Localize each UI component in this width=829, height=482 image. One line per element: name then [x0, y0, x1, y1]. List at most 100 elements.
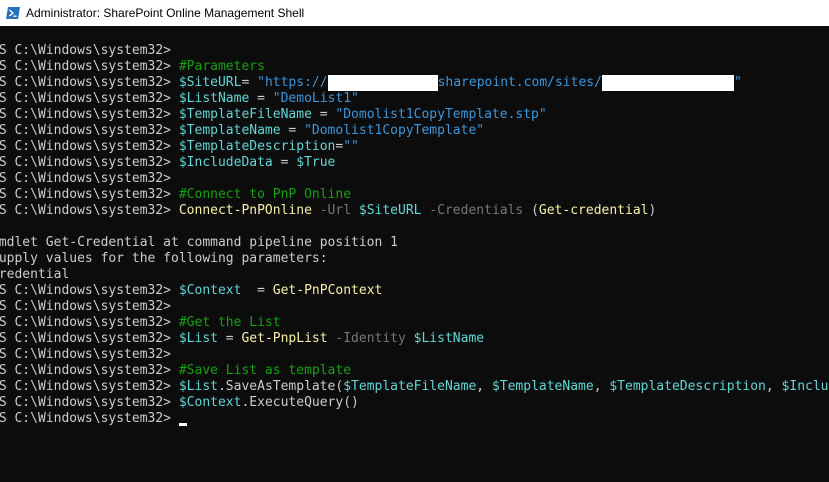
console-text-segment: = [241, 283, 273, 298]
console-text-segment: , [593, 379, 610, 394]
redacted-block [601, 75, 734, 91]
console-text-segment: PS C:\Windows\system32> [0, 331, 179, 346]
console-text-segment: PS C:\Windows\system32> [0, 363, 179, 378]
console-text-segment: = [272, 155, 297, 170]
console-text-segment: -Credentials [421, 203, 532, 218]
console-text-segment: = [217, 331, 242, 346]
console-text-segment: " [733, 75, 742, 90]
console-text-segment: $TemplateFileName [178, 107, 312, 122]
console-line: PS C:\Windows\system32> #Parameters [0, 59, 829, 75]
console-output[interactable]: PS C:\Windows\system32> PS C:\Windows\sy… [0, 26, 829, 482]
console-line: PS C:\Windows\system32> Connect-PnPOnlin… [0, 203, 829, 219]
console-text-segment: $TemplateDescription [178, 139, 336, 154]
console-text-segment: PS C:\Windows\system32> [0, 107, 179, 122]
console-text-segment: $TemplateFileName [343, 379, 477, 394]
redacted-block [327, 75, 438, 91]
console-text-segment: , [476, 379, 492, 394]
console-line: PS C:\Windows\system32> #Get the List [0, 315, 829, 331]
console-lines: PS C:\Windows\system32> PS C:\Windows\sy… [0, 43, 829, 427]
console-text-segment: PS C:\Windows\system32> [0, 171, 179, 186]
console-text-segment: sharepoint.com/sites/ [437, 75, 602, 90]
console-text-segment: Get-PnpList [241, 331, 328, 346]
console-text-segment: = [249, 91, 273, 106]
console-text-segment: ( [531, 203, 539, 218]
console-text-segment: $True [296, 155, 336, 170]
console-text-segment: #Save List as template [178, 363, 352, 378]
console-line: PS C:\Windows\system32> $List.SaveAsTemp… [0, 379, 829, 395]
console-text-segment: PS C:\Windows\system32> [0, 91, 179, 106]
console-line: PS C:\Windows\system32> [0, 171, 829, 187]
console-text-segment: PS C:\Windows\system32> [0, 395, 179, 410]
console-text-segment: = [280, 123, 305, 138]
console-line: PS C:\Windows\system32> $SiteURL= "https… [0, 75, 829, 91]
console-text-segment: #Get the List [178, 315, 281, 330]
console-text-segment: $ListName [413, 331, 485, 346]
console-text-segment: PS C:\Windows\system32> [0, 411, 179, 426]
console-text-segment: PS C:\Windows\system32> [0, 347, 179, 362]
console-text-segment: $ListName [178, 91, 250, 106]
console-line: cmdlet Get-Credential at command pipelin… [0, 235, 829, 251]
title-bar[interactable]: Administrator: SharePoint Online Managem… [0, 0, 829, 26]
console-text-segment: = [311, 107, 336, 122]
console-line: PS C:\Windows\system32> #Connect to PnP … [0, 187, 829, 203]
console-line: PS C:\Windows\system32> $Context.Execute… [0, 395, 829, 411]
console-text-segment: PS C:\Windows\system32> [0, 283, 179, 298]
console-text-segment: Supply values for the following paramete… [0, 251, 328, 266]
text-cursor [178, 423, 187, 426]
console-text-segment: $List [178, 379, 218, 394]
console-text-segment: .ExecuteQuery() [241, 395, 359, 410]
console-text-segment: PS C:\Windows\system32> [0, 187, 179, 202]
console-text-segment: Get-credential [538, 203, 649, 218]
console-line: PS C:\Windows\system32> [0, 347, 829, 363]
console-text-segment: $TemplateName [178, 123, 281, 138]
console-text-segment: Get-PnPContext [272, 283, 383, 298]
console-text-segment: Connect-PnPOnline [178, 203, 312, 218]
console-text-segment: $IncludeData [781, 379, 829, 394]
console-line: PS C:\Windows\system32> [0, 43, 829, 59]
console-text-segment: $TemplateDescription [609, 379, 766, 394]
console-text-segment: = [241, 75, 258, 90]
console-line: PS C:\Windows\system32> $ListName = "Dem… [0, 91, 829, 107]
console-text-segment: -Identity [327, 331, 414, 346]
console-line: PS C:\Windows\system32> $TemplateName = … [0, 123, 829, 139]
console-text-segment: -Url [311, 203, 359, 218]
console-text-segment: PS C:\Windows\system32> [0, 379, 179, 394]
console-text-segment: $Context [178, 395, 242, 410]
console-text-segment: $IncludeData [178, 155, 273, 170]
console-line: PS C:\Windows\system32> $TemplateFileNam… [0, 107, 829, 123]
console-line: PS C:\Windows\system32> $IncludeData = $… [0, 155, 829, 171]
console-text-segment: "Domolist1CopyTemplate" [304, 123, 485, 138]
console-line: PS C:\Windows\system32> [0, 411, 829, 427]
console-text-segment: PS C:\Windows\system32> [0, 155, 179, 170]
console-line: PS C:\Windows\system32> $Context = Get-P… [0, 283, 829, 299]
console-text-segment: PS C:\Windows\system32> [0, 75, 179, 90]
console-text-segment: .SaveAsTemplate( [217, 379, 344, 394]
console-line: PS C:\Windows\system32> $TemplateDescrip… [0, 139, 829, 155]
console-text-segment: PS C:\Windows\system32> [0, 299, 179, 314]
console-text-segment: cmdlet Get-Credential at command pipelin… [0, 235, 398, 250]
console-text-segment: $List [178, 331, 218, 346]
console-text-segment: #Parameters [178, 59, 265, 74]
console-text-segment: #Connect to PnP Online [178, 187, 352, 202]
console-text-segment: PS C:\Windows\system32> [0, 315, 179, 330]
console-text-segment: PS C:\Windows\system32> [0, 43, 179, 58]
console-line: PS C:\Windows\system32> $List = Get-PnpL… [0, 331, 829, 347]
console-text-segment: PS C:\Windows\system32> [0, 123, 179, 138]
console-text-segment: PS C:\Windows\system32> [0, 59, 179, 74]
console-text-segment: $Context [178, 283, 242, 298]
window-title: Administrator: SharePoint Online Managem… [26, 6, 305, 20]
console-text-segment: $SiteURL [358, 203, 422, 218]
console-line: PS C:\Windows\system32> #Save List as te… [0, 363, 829, 379]
console-text-segment: $TemplateName [491, 379, 594, 394]
console-text-segment: "DemoList1" [272, 91, 359, 106]
console-text-segment: "" [343, 139, 359, 154]
console-line: Supply values for the following paramete… [0, 251, 829, 267]
console-text-segment: Credential [0, 267, 70, 282]
console-line: PS C:\Windows\system32> [0, 299, 829, 315]
console-text-segment: PS C:\Windows\system32> [0, 203, 179, 218]
powershell-icon [6, 7, 20, 19]
console-text-segment: "Domolist1CopyTemplate.stp" [335, 107, 547, 122]
console-text-segment: $SiteURL [178, 75, 242, 90]
console-text-segment: "https:// [257, 75, 328, 90]
